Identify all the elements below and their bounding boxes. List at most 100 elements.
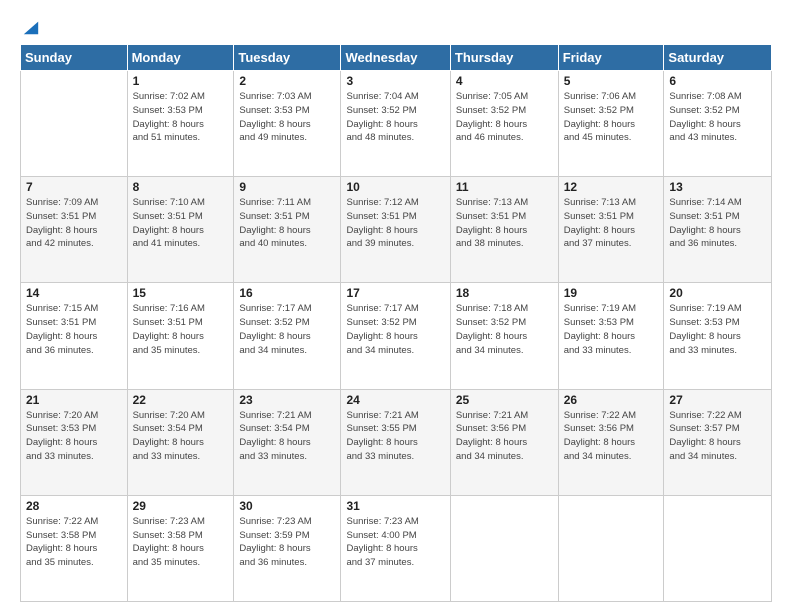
day-number: 30 (239, 499, 335, 513)
day-cell: 2 Sunrise: 7:03 AM Sunset: 3:53 PM Daylig… (234, 71, 341, 177)
calendar: SundayMondayTuesdayWednesdayThursdayFrid… (20, 44, 772, 602)
day-number: 14 (26, 286, 122, 300)
day-number: 10 (346, 180, 444, 194)
day-info: Sunrise: 7:23 AM Sunset: 4:00 PM Dayligh… (346, 515, 444, 570)
day-info: Sunrise: 7:04 AM Sunset: 3:52 PM Dayligh… (346, 90, 444, 145)
day-number: 19 (564, 286, 659, 300)
day-info: Sunrise: 7:21 AM Sunset: 3:55 PM Dayligh… (346, 409, 444, 464)
day-info: Sunrise: 7:22 AM Sunset: 3:58 PM Dayligh… (26, 515, 122, 570)
day-number: 22 (133, 393, 229, 407)
day-cell: 5 Sunrise: 7:06 AM Sunset: 3:52 PM Daylig… (558, 71, 664, 177)
day-cell: 26Sunrise: 7:22 AM Sunset: 3:56 PM Dayli… (558, 389, 664, 495)
day-cell: 9 Sunrise: 7:11 AM Sunset: 3:51 PM Daylig… (234, 177, 341, 283)
day-cell: 29 Sunrise: 7:23 AM Sunset: 3:58 PM Dayli… (127, 495, 234, 601)
day-info: Sunrise: 7:23 AM Sunset: 3:58 PM Dayligh… (133, 515, 229, 570)
day-info: Sunrise: 7:17 AM Sunset: 3:52 PM Dayligh… (346, 302, 444, 357)
day-info: Sunrise: 7:13 AM Sunset: 3:51 PM Dayligh… (456, 196, 553, 251)
day-cell: 12 Sunrise: 7:13 AM Sunset: 3:51 PM Dayli… (558, 177, 664, 283)
day-number: 28 (26, 499, 122, 513)
day-cell: 6Sunrise: 7:08 AM Sunset: 3:52 PM Daylig… (664, 71, 772, 177)
day-cell: 8 Sunrise: 7:10 AM Sunset: 3:51 PM Daylig… (127, 177, 234, 283)
week-row-5: 28 Sunrise: 7:22 AM Sunset: 3:58 PM Dayli… (21, 495, 772, 601)
weekday-header-saturday: Saturday (664, 45, 772, 71)
day-info: Sunrise: 7:02 AM Sunset: 3:53 PM Dayligh… (133, 90, 229, 145)
day-number: 21 (26, 393, 122, 407)
day-cell: 16 Sunrise: 7:17 AM Sunset: 3:52 PM Dayli… (234, 283, 341, 389)
day-info: Sunrise: 7:16 AM Sunset: 3:51 PM Dayligh… (133, 302, 229, 357)
day-info: Sunrise: 7:23 AM Sunset: 3:59 PM Dayligh… (239, 515, 335, 570)
day-number: 5 (564, 74, 659, 88)
day-info: Sunrise: 7:21 AM Sunset: 3:56 PM Dayligh… (456, 409, 553, 464)
page: SundayMondayTuesdayWednesdayThursdayFrid… (0, 0, 792, 612)
day-cell: 1Sunrise: 7:02 AM Sunset: 3:53 PM Daylig… (127, 71, 234, 177)
weekday-header-monday: Monday (127, 45, 234, 71)
week-row-3: 14 Sunrise: 7:15 AM Sunset: 3:51 PM Dayli… (21, 283, 772, 389)
day-info: Sunrise: 7:14 AM Sunset: 3:51 PM Dayligh… (669, 196, 766, 251)
day-cell: 7 Sunrise: 7:09 AM Sunset: 3:51 PM Daylig… (21, 177, 128, 283)
weekday-header-row: SundayMondayTuesdayWednesdayThursdayFrid… (21, 45, 772, 71)
day-info: Sunrise: 7:17 AM Sunset: 3:52 PM Dayligh… (239, 302, 335, 357)
day-number: 26 (564, 393, 659, 407)
logo (20, 18, 40, 36)
day-number: 25 (456, 393, 553, 407)
day-cell: 21 Sunrise: 7:20 AM Sunset: 3:53 PM Dayli… (21, 389, 128, 495)
day-number: 12 (564, 180, 659, 194)
day-info: Sunrise: 7:18 AM Sunset: 3:52 PM Dayligh… (456, 302, 553, 357)
day-info: Sunrise: 7:20 AM Sunset: 3:54 PM Dayligh… (133, 409, 229, 464)
day-cell: 3Sunrise: 7:04 AM Sunset: 3:52 PM Daylig… (341, 71, 450, 177)
day-number: 7 (26, 180, 122, 194)
day-cell: 27Sunrise: 7:22 AM Sunset: 3:57 PM Dayli… (664, 389, 772, 495)
day-cell: 14 Sunrise: 7:15 AM Sunset: 3:51 PM Dayli… (21, 283, 128, 389)
day-cell (21, 71, 128, 177)
day-cell: 23Sunrise: 7:21 AM Sunset: 3:54 PM Dayli… (234, 389, 341, 495)
day-number: 31 (346, 499, 444, 513)
day-number: 18 (456, 286, 553, 300)
day-cell: 28 Sunrise: 7:22 AM Sunset: 3:58 PM Dayli… (21, 495, 128, 601)
day-number: 13 (669, 180, 766, 194)
day-info: Sunrise: 7:13 AM Sunset: 3:51 PM Dayligh… (564, 196, 659, 251)
week-row-2: 7 Sunrise: 7:09 AM Sunset: 3:51 PM Daylig… (21, 177, 772, 283)
day-cell (664, 495, 772, 601)
day-info: Sunrise: 7:20 AM Sunset: 3:53 PM Dayligh… (26, 409, 122, 464)
weekday-header-friday: Friday (558, 45, 664, 71)
day-info: Sunrise: 7:22 AM Sunset: 3:57 PM Dayligh… (669, 409, 766, 464)
day-cell (558, 495, 664, 601)
day-number: 17 (346, 286, 444, 300)
weekday-header-tuesday: Tuesday (234, 45, 341, 71)
day-info: Sunrise: 7:11 AM Sunset: 3:51 PM Dayligh… (239, 196, 335, 251)
day-cell (450, 495, 558, 601)
week-row-4: 21 Sunrise: 7:20 AM Sunset: 3:53 PM Dayli… (21, 389, 772, 495)
day-info: Sunrise: 7:03 AM Sunset: 3:53 PM Dayligh… (239, 90, 335, 145)
day-info: Sunrise: 7:10 AM Sunset: 3:51 PM Dayligh… (133, 196, 229, 251)
day-info: Sunrise: 7:09 AM Sunset: 3:51 PM Dayligh… (26, 196, 122, 251)
weekday-header-wednesday: Wednesday (341, 45, 450, 71)
day-info: Sunrise: 7:06 AM Sunset: 3:52 PM Dayligh… (564, 90, 659, 145)
day-info: Sunrise: 7:15 AM Sunset: 3:51 PM Dayligh… (26, 302, 122, 357)
day-number: 20 (669, 286, 766, 300)
logo-triangle-icon (22, 18, 40, 36)
header (20, 18, 772, 36)
day-number: 16 (239, 286, 335, 300)
day-cell: 18 Sunrise: 7:18 AM Sunset: 3:52 PM Dayli… (450, 283, 558, 389)
day-number: 23 (239, 393, 335, 407)
day-cell: 20 Sunrise: 7:19 AM Sunset: 3:53 PM Dayli… (664, 283, 772, 389)
day-number: 29 (133, 499, 229, 513)
day-cell: 13 Sunrise: 7:14 AM Sunset: 3:51 PM Dayli… (664, 177, 772, 283)
day-number: 9 (239, 180, 335, 194)
day-cell: 15Sunrise: 7:16 AM Sunset: 3:51 PM Dayli… (127, 283, 234, 389)
day-cell: 31 Sunrise: 7:23 AM Sunset: 4:00 PM Dayli… (341, 495, 450, 601)
day-number: 2 (239, 74, 335, 88)
day-number: 8 (133, 180, 229, 194)
day-info: Sunrise: 7:08 AM Sunset: 3:52 PM Dayligh… (669, 90, 766, 145)
weekday-header-sunday: Sunday (21, 45, 128, 71)
weekday-header-thursday: Thursday (450, 45, 558, 71)
day-cell: 24 Sunrise: 7:21 AM Sunset: 3:55 PM Dayli… (341, 389, 450, 495)
day-cell: 30 Sunrise: 7:23 AM Sunset: 3:59 PM Dayli… (234, 495, 341, 601)
day-number: 24 (346, 393, 444, 407)
day-info: Sunrise: 7:12 AM Sunset: 3:51 PM Dayligh… (346, 196, 444, 251)
day-info: Sunrise: 7:05 AM Sunset: 3:52 PM Dayligh… (456, 90, 553, 145)
day-info: Sunrise: 7:19 AM Sunset: 3:53 PM Dayligh… (669, 302, 766, 357)
day-number: 11 (456, 180, 553, 194)
day-cell: 4Sunrise: 7:05 AM Sunset: 3:52 PM Daylig… (450, 71, 558, 177)
day-cell: 25 Sunrise: 7:21 AM Sunset: 3:56 PM Dayli… (450, 389, 558, 495)
